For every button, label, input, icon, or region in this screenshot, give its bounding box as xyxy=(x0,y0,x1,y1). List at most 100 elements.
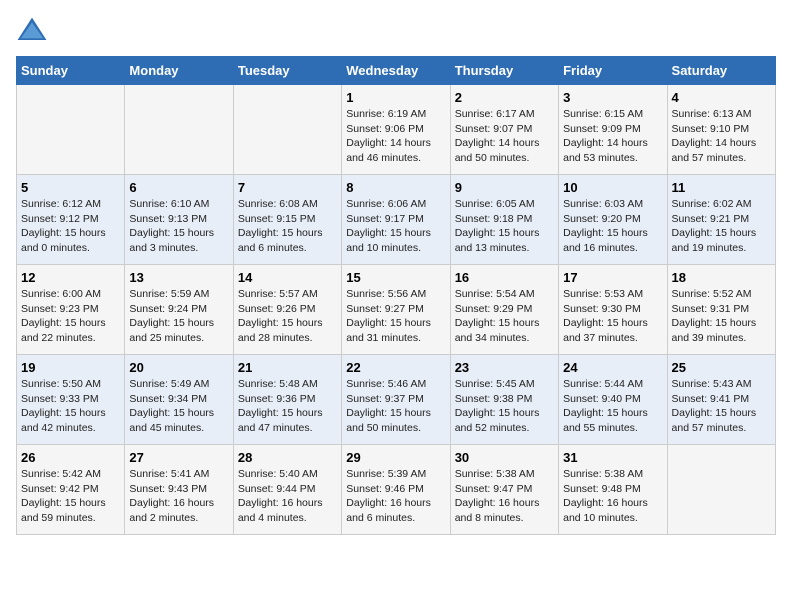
day-number: 30 xyxy=(455,450,554,465)
day-number: 2 xyxy=(455,90,554,105)
day-number: 17 xyxy=(563,270,662,285)
calendar-cell: 12 Sunrise: 6:00 AM Sunset: 9:23 PM Dayli… xyxy=(17,265,125,355)
header-day-saturday: Saturday xyxy=(667,57,775,85)
cell-text: Sunrise: 5:44 AM Sunset: 9:40 PM Dayligh… xyxy=(563,377,662,436)
header-day-wednesday: Wednesday xyxy=(342,57,450,85)
cell-text: Sunrise: 6:10 AM Sunset: 9:13 PM Dayligh… xyxy=(129,197,228,256)
day-number: 6 xyxy=(129,180,228,195)
cell-text: Sunrise: 5:46 AM Sunset: 9:37 PM Dayligh… xyxy=(346,377,445,436)
calendar-cell xyxy=(233,85,341,175)
calendar-cell: 15 Sunrise: 5:56 AM Sunset: 9:27 PM Dayli… xyxy=(342,265,450,355)
calendar-cell: 27 Sunrise: 5:41 AM Sunset: 9:43 PM Dayli… xyxy=(125,445,233,535)
cell-text: Sunrise: 6:19 AM Sunset: 9:06 PM Dayligh… xyxy=(346,107,445,166)
logo xyxy=(16,16,52,44)
day-number: 24 xyxy=(563,360,662,375)
cell-text: Sunrise: 6:12 AM Sunset: 9:12 PM Dayligh… xyxy=(21,197,120,256)
cell-text: Sunrise: 5:56 AM Sunset: 9:27 PM Dayligh… xyxy=(346,287,445,346)
calendar-cell: 8Sunrise: 6:06 AM Sunset: 9:17 PM Daylig… xyxy=(342,175,450,265)
cell-text: Sunrise: 5:43 AM Sunset: 9:41 PM Dayligh… xyxy=(672,377,771,436)
calendar-cell: 7 Sunrise: 6:08 AM Sunset: 9:15 PM Daylig… xyxy=(233,175,341,265)
week-row-1: 1 Sunrise: 6:19 AM Sunset: 9:06 PM Daylig… xyxy=(17,85,776,175)
logo-icon xyxy=(16,16,48,44)
cell-text: Sunrise: 5:49 AM Sunset: 9:34 PM Dayligh… xyxy=(129,377,228,436)
calendar-cell: 9 Sunrise: 6:05 AM Sunset: 9:18 PM Daylig… xyxy=(450,175,558,265)
calendar-cell: 18 Sunrise: 5:52 AM Sunset: 9:31 PM Dayli… xyxy=(667,265,775,355)
calendar-cell xyxy=(17,85,125,175)
calendar-cell: 17 Sunrise: 5:53 AM Sunset: 9:30 PM Dayli… xyxy=(559,265,667,355)
calendar-cell: 14 Sunrise: 5:57 AM Sunset: 9:26 PM Dayli… xyxy=(233,265,341,355)
cell-text: Sunrise: 5:50 AM Sunset: 9:33 PM Dayligh… xyxy=(21,377,120,436)
cell-text: Sunrise: 5:45 AM Sunset: 9:38 PM Dayligh… xyxy=(455,377,554,436)
cell-text: Sunrise: 6:05 AM Sunset: 9:18 PM Dayligh… xyxy=(455,197,554,256)
day-number: 10 xyxy=(563,180,662,195)
calendar-cell: 23Sunrise: 5:45 AM Sunset: 9:38 PM Dayli… xyxy=(450,355,558,445)
week-row-3: 12 Sunrise: 6:00 AM Sunset: 9:23 PM Dayli… xyxy=(17,265,776,355)
calendar-cell: 11Sunrise: 6:02 AM Sunset: 9:21 PM Dayli… xyxy=(667,175,775,265)
header-day-monday: Monday xyxy=(125,57,233,85)
calendar-cell: 22 Sunrise: 5:46 AM Sunset: 9:37 PM Dayli… xyxy=(342,355,450,445)
cell-text: Sunrise: 5:38 AM Sunset: 9:48 PM Dayligh… xyxy=(563,467,662,526)
calendar-cell: 21 Sunrise: 5:48 AM Sunset: 9:36 PM Dayli… xyxy=(233,355,341,445)
day-number: 22 xyxy=(346,360,445,375)
cell-text: Sunrise: 5:39 AM Sunset: 9:46 PM Dayligh… xyxy=(346,467,445,526)
calendar-table: SundayMondayTuesdayWednesdayThursdayFrid… xyxy=(16,56,776,535)
header-day-thursday: Thursday xyxy=(450,57,558,85)
calendar-cell: 13Sunrise: 5:59 AM Sunset: 9:24 PM Dayli… xyxy=(125,265,233,355)
calendar-cell: 19 Sunrise: 5:50 AM Sunset: 9:33 PM Dayli… xyxy=(17,355,125,445)
cell-text: Sunrise: 5:54 AM Sunset: 9:29 PM Dayligh… xyxy=(455,287,554,346)
day-number: 18 xyxy=(672,270,771,285)
calendar-cell: 24 Sunrise: 5:44 AM Sunset: 9:40 PM Dayli… xyxy=(559,355,667,445)
calendar-cell xyxy=(667,445,775,535)
header-row: SundayMondayTuesdayWednesdayThursdayFrid… xyxy=(17,57,776,85)
cell-text: Sunrise: 5:52 AM Sunset: 9:31 PM Dayligh… xyxy=(672,287,771,346)
day-number: 16 xyxy=(455,270,554,285)
week-row-2: 5 Sunrise: 6:12 AM Sunset: 9:12 PM Daylig… xyxy=(17,175,776,265)
calendar-body: 1 Sunrise: 6:19 AM Sunset: 9:06 PM Daylig… xyxy=(17,85,776,535)
day-number: 15 xyxy=(346,270,445,285)
cell-text: Sunrise: 5:48 AM Sunset: 9:36 PM Dayligh… xyxy=(238,377,337,436)
day-number: 31 xyxy=(563,450,662,465)
cell-text: Sunrise: 5:41 AM Sunset: 9:43 PM Dayligh… xyxy=(129,467,228,526)
calendar-cell: 1 Sunrise: 6:19 AM Sunset: 9:06 PM Daylig… xyxy=(342,85,450,175)
cell-text: Sunrise: 6:13 AM Sunset: 9:10 PM Dayligh… xyxy=(672,107,771,166)
cell-text: Sunrise: 6:08 AM Sunset: 9:15 PM Dayligh… xyxy=(238,197,337,256)
calendar-cell: 6 Sunrise: 6:10 AM Sunset: 9:13 PM Daylig… xyxy=(125,175,233,265)
day-number: 29 xyxy=(346,450,445,465)
week-row-4: 19 Sunrise: 5:50 AM Sunset: 9:33 PM Dayli… xyxy=(17,355,776,445)
day-number: 1 xyxy=(346,90,445,105)
day-number: 25 xyxy=(672,360,771,375)
day-number: 9 xyxy=(455,180,554,195)
day-number: 5 xyxy=(21,180,120,195)
cell-text: Sunrise: 6:15 AM Sunset: 9:09 PM Dayligh… xyxy=(563,107,662,166)
calendar-cell: 4 Sunrise: 6:13 AM Sunset: 9:10 PM Daylig… xyxy=(667,85,775,175)
header-day-sunday: Sunday xyxy=(17,57,125,85)
calendar-cell: 16 Sunrise: 5:54 AM Sunset: 9:29 PM Dayli… xyxy=(450,265,558,355)
cell-text: Sunrise: 5:42 AM Sunset: 9:42 PM Dayligh… xyxy=(21,467,120,526)
cell-text: Sunrise: 5:38 AM Sunset: 9:47 PM Dayligh… xyxy=(455,467,554,526)
day-number: 7 xyxy=(238,180,337,195)
calendar-cell xyxy=(125,85,233,175)
week-row-5: 26 Sunrise: 5:42 AM Sunset: 9:42 PM Dayli… xyxy=(17,445,776,535)
calendar-cell: 31 Sunrise: 5:38 AM Sunset: 9:48 PM Dayli… xyxy=(559,445,667,535)
cell-text: Sunrise: 5:57 AM Sunset: 9:26 PM Dayligh… xyxy=(238,287,337,346)
calendar-cell: 25 Sunrise: 5:43 AM Sunset: 9:41 PM Dayli… xyxy=(667,355,775,445)
cell-text: Sunrise: 6:00 AM Sunset: 9:23 PM Dayligh… xyxy=(21,287,120,346)
day-number: 4 xyxy=(672,90,771,105)
day-number: 20 xyxy=(129,360,228,375)
header-day-tuesday: Tuesday xyxy=(233,57,341,85)
day-number: 3 xyxy=(563,90,662,105)
cell-text: Sunrise: 6:06 AM Sunset: 9:17 PM Dayligh… xyxy=(346,197,445,256)
day-number: 21 xyxy=(238,360,337,375)
day-number: 19 xyxy=(21,360,120,375)
calendar-cell: 29 Sunrise: 5:39 AM Sunset: 9:46 PM Dayli… xyxy=(342,445,450,535)
day-number: 14 xyxy=(238,270,337,285)
header-day-friday: Friday xyxy=(559,57,667,85)
day-number: 28 xyxy=(238,450,337,465)
calendar-cell: 20 Sunrise: 5:49 AM Sunset: 9:34 PM Dayli… xyxy=(125,355,233,445)
calendar-cell: 28Sunrise: 5:40 AM Sunset: 9:44 PM Dayli… xyxy=(233,445,341,535)
day-number: 12 xyxy=(21,270,120,285)
cell-text: Sunrise: 6:02 AM Sunset: 9:21 PM Dayligh… xyxy=(672,197,771,256)
day-number: 27 xyxy=(129,450,228,465)
cell-text: Sunrise: 5:53 AM Sunset: 9:30 PM Dayligh… xyxy=(563,287,662,346)
day-number: 26 xyxy=(21,450,120,465)
